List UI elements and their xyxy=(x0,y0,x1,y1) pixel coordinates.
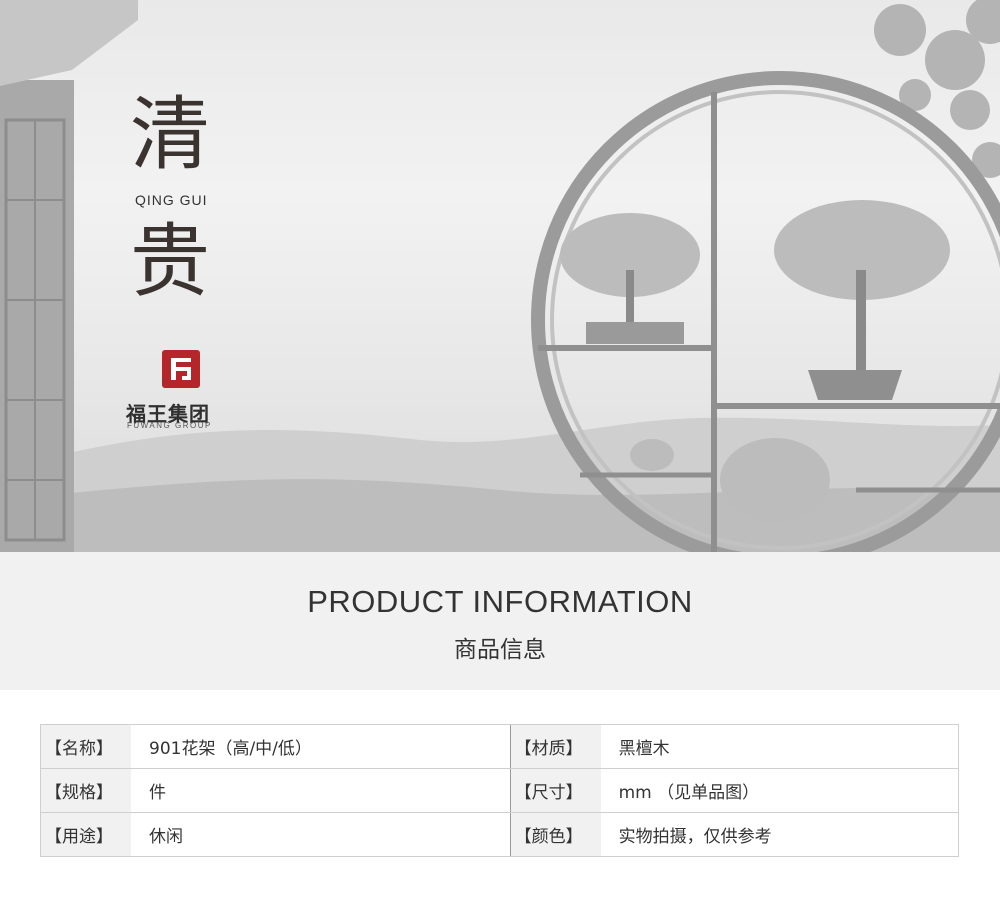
company-name-en: FUWANG GROUP xyxy=(127,421,212,430)
leaves-icon xyxy=(874,0,1000,178)
info-label: 【尺寸】 xyxy=(509,768,601,813)
info-label: 【用途】 xyxy=(41,812,131,856)
info-label: 【规格】 xyxy=(41,768,131,813)
info-label: 【材质】 xyxy=(509,725,601,769)
brand-pinyin: QING GUI xyxy=(135,192,208,208)
section-title-cn: 商品信息 xyxy=(454,637,546,663)
info-value: 实物拍摄，仅供参考 xyxy=(618,827,772,847)
section-header: PRODUCT INFORMATION 商品信息 xyxy=(0,552,1000,690)
section-title-en: PRODUCT INFORMATION xyxy=(307,584,693,619)
info-value: 黑檀木 xyxy=(600,725,958,769)
brand-char-qing: 清 xyxy=(130,88,210,181)
info-value: 休闲 xyxy=(149,827,183,847)
info-value: 件 xyxy=(131,768,511,813)
info-value: mm （见单品图） xyxy=(600,768,958,813)
table-row: 【规格】 件 【尺寸】 mm （见单品图） xyxy=(41,768,958,813)
brand-char-gui: 贵 xyxy=(130,215,210,308)
info-label: 【名称】 xyxy=(41,725,131,769)
info-label: 【颜色】 xyxy=(509,812,601,856)
table-row: 【名称】 901花架（高/中/低） 【材质】 黑檀木 xyxy=(41,725,958,769)
table-row: 【用途】 休闲 【颜色】 实物拍摄，仅供参考 xyxy=(41,812,958,856)
info-value: 901花架（高/中/低） xyxy=(131,725,511,769)
company-logo-icon xyxy=(162,350,200,388)
product-info-table: 【名称】 901花架（高/中/低） 【材质】 黑檀木 【规格】 件 【尺寸】 m… xyxy=(40,724,959,857)
hero-banner: 清 QING GUI 贵 福王集团 FUWANG GROUP xyxy=(0,0,1000,552)
